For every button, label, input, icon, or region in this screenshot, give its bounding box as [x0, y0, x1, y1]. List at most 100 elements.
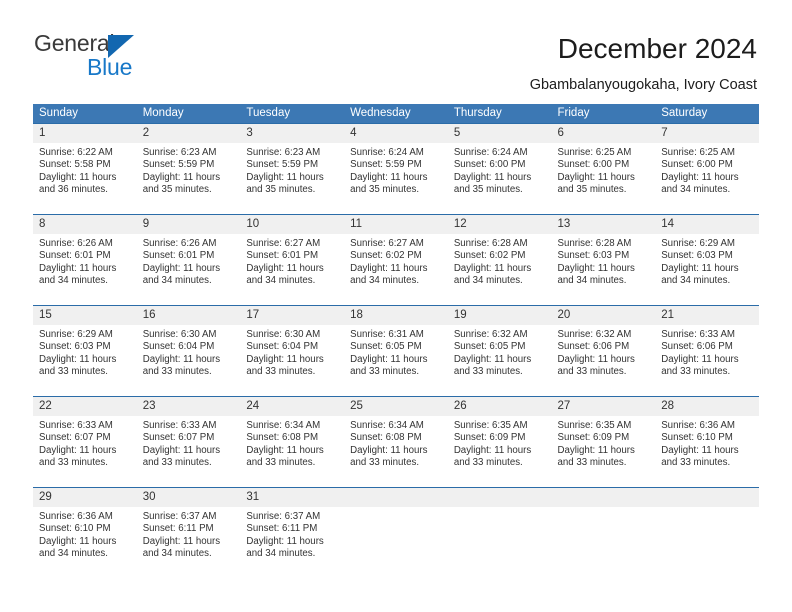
- day-cell[interactable]: Sunrise: 6:34 AM Sunset: 6:08 PM Dayligh…: [240, 416, 344, 487]
- daylight-text: Daylight: 11 hours: [39, 353, 117, 365]
- calendar-week-row: 8 9 10 11 12 13 14 Sunrise: 6:26 AM Suns…: [33, 214, 759, 305]
- week-detail-band: Sunrise: 6:36 AM Sunset: 6:10 PM Dayligh…: [33, 507, 759, 578]
- day-cell[interactable]: Sunrise: 6:32 AM Sunset: 6:05 PM Dayligh…: [448, 325, 552, 396]
- day-cell[interactable]: Sunrise: 6:35 AM Sunset: 6:09 PM Dayligh…: [552, 416, 656, 487]
- sunset-text: Sunset: 6:04 PM: [142, 341, 215, 353]
- daylight-text-cont: and 33 minutes.: [142, 457, 212, 469]
- day-number[interactable]: 27: [552, 397, 656, 416]
- day-number[interactable]: 16: [137, 306, 241, 325]
- day-cell[interactable]: Sunrise: 6:29 AM Sunset: 6:03 PM Dayligh…: [33, 325, 137, 396]
- day-cell[interactable]: Sunrise: 6:24 AM Sunset: 5:59 PM Dayligh…: [344, 143, 448, 214]
- day-number[interactable]: 24: [240, 397, 344, 416]
- day-number[interactable]: 22: [33, 397, 137, 416]
- daylight-text: Daylight: 11 hours: [39, 535, 117, 547]
- day-number[interactable]: 30: [137, 488, 241, 507]
- day-number[interactable]: 28: [655, 397, 759, 416]
- day-number[interactable]: 23: [137, 397, 241, 416]
- calendar-week-row: 29 30 31 Sunrise: 6:36 AM Sunset: 6:10 P…: [33, 487, 759, 578]
- day-number[interactable]: 11: [344, 215, 448, 234]
- sunrise-text: Sunrise: 6:25 AM: [557, 147, 632, 158]
- day-number[interactable]: 29: [33, 488, 137, 507]
- day-cell[interactable]: Sunrise: 6:33 AM Sunset: 6:06 PM Dayligh…: [655, 325, 759, 396]
- day-number[interactable]: 1: [33, 124, 137, 143]
- day-cell[interactable]: Sunrise: 6:23 AM Sunset: 5:59 PM Dayligh…: [240, 143, 344, 214]
- weekday-header-monday: Monday: [142, 107, 184, 119]
- day-number[interactable]: 6: [552, 124, 656, 143]
- daylight-text-cont: and 34 minutes.: [453, 275, 523, 287]
- sunset-text: Sunset: 6:09 PM: [557, 432, 630, 444]
- day-cell[interactable]: Sunrise: 6:26 AM Sunset: 6:01 PM Dayligh…: [137, 234, 241, 305]
- day-cell[interactable]: Sunrise: 6:23 AM Sunset: 5:59 PM Dayligh…: [137, 143, 241, 214]
- day-cell[interactable]: Sunrise: 6:31 AM Sunset: 6:05 PM Dayligh…: [344, 325, 448, 396]
- day-cell[interactable]: Sunrise: 6:34 AM Sunset: 6:08 PM Dayligh…: [344, 416, 448, 487]
- day-number[interactable]: 4: [344, 124, 448, 143]
- day-number[interactable]: 18: [344, 306, 448, 325]
- sunrise-text: Sunrise: 6:34 AM: [350, 420, 424, 431]
- day-number[interactable]: 19: [448, 306, 552, 325]
- page-subtitle: Gbambalanyougokaha, Ivory Coast: [529, 77, 757, 93]
- day-number[interactable]: 8: [33, 215, 137, 234]
- sunrise-text: Sunrise: 6:36 AM: [39, 511, 113, 522]
- daylight-text: Daylight: 11 hours: [453, 171, 532, 183]
- generalblue-logo[interactable]: General Blue: [34, 32, 234, 84]
- daylight-text: Daylight: 11 hours: [661, 444, 739, 456]
- day-cell[interactable]: Sunrise: 6:33 AM Sunset: 6:07 PM Dayligh…: [137, 416, 241, 487]
- sunset-text: Sunset: 6:07 PM: [39, 432, 111, 444]
- day-number[interactable]: 21: [655, 306, 759, 325]
- day-cell[interactable]: Sunrise: 6:36 AM Sunset: 6:10 PM Dayligh…: [33, 507, 137, 578]
- day-cell[interactable]: Sunrise: 6:37 AM Sunset: 6:11 PM Dayligh…: [137, 507, 241, 578]
- sunset-text: Sunset: 6:10 PM: [661, 432, 733, 444]
- day-number[interactable]: 31: [240, 488, 344, 507]
- daylight-text-cont: and 35 minutes.: [350, 184, 420, 196]
- day-cell[interactable]: Sunrise: 6:28 AM Sunset: 6:03 PM Dayligh…: [552, 234, 656, 305]
- day-number[interactable]: 26: [448, 397, 552, 416]
- day-number[interactable]: 17: [240, 306, 344, 325]
- day-number[interactable]: 14: [655, 215, 759, 234]
- day-number[interactable]: 20: [552, 306, 656, 325]
- day-cell[interactable]: Sunrise: 6:25 AM Sunset: 6:00 PM Dayligh…: [552, 143, 656, 214]
- day-cell[interactable]: Sunrise: 6:30 AM Sunset: 6:04 PM Dayligh…: [137, 325, 241, 396]
- sunset-text: Sunset: 6:04 PM: [246, 341, 319, 353]
- sunrise-text: Sunrise: 6:31 AM: [350, 329, 424, 340]
- day-number[interactable]: 25: [344, 397, 448, 416]
- sunrise-text: Sunrise: 6:33 AM: [39, 420, 113, 431]
- weekday-header-thursday: Thursday: [453, 107, 502, 119]
- day-cell[interactable]: Sunrise: 6:22 AM Sunset: 5:58 PM Dayligh…: [33, 143, 137, 214]
- day-number[interactable]: 5: [448, 124, 552, 143]
- sunrise-text: Sunrise: 6:26 AM: [39, 238, 113, 249]
- daylight-text: Daylight: 11 hours: [39, 444, 117, 456]
- calendar-week-row: 1 2 3 4 5 6 7 Sunrise: 6:22 AM Sunset: 5…: [33, 123, 759, 214]
- day-cell[interactable]: Sunrise: 6:27 AM Sunset: 6:02 PM Dayligh…: [344, 234, 448, 305]
- day-cell[interactable]: Sunrise: 6:37 AM Sunset: 6:11 PM Dayligh…: [240, 507, 344, 578]
- sunset-text: Sunset: 6:08 PM: [246, 432, 319, 444]
- week-detail-band: Sunrise: 6:26 AM Sunset: 6:01 PM Dayligh…: [33, 234, 759, 305]
- day-cell[interactable]: Sunrise: 6:29 AM Sunset: 6:03 PM Dayligh…: [655, 234, 759, 305]
- day-number[interactable]: 13: [552, 215, 656, 234]
- day-cell[interactable]: Sunrise: 6:30 AM Sunset: 6:04 PM Dayligh…: [240, 325, 344, 396]
- sunrise-text: Sunrise: 6:34 AM: [246, 420, 321, 431]
- day-cell[interactable]: Sunrise: 6:25 AM Sunset: 6:00 PM Dayligh…: [655, 143, 759, 214]
- day-number[interactable]: 2: [137, 124, 241, 143]
- day-cell[interactable]: Sunrise: 6:33 AM Sunset: 6:07 PM Dayligh…: [33, 416, 137, 487]
- sunrise-text: Sunrise: 6:27 AM: [246, 238, 321, 249]
- day-cell[interactable]: Sunrise: 6:27 AM Sunset: 6:01 PM Dayligh…: [240, 234, 344, 305]
- sunset-text: Sunset: 6:05 PM: [453, 341, 526, 353]
- day-number[interactable]: 9: [137, 215, 241, 234]
- day-number-empty: [655, 488, 759, 507]
- day-cell[interactable]: Sunrise: 6:28 AM Sunset: 6:02 PM Dayligh…: [448, 234, 552, 305]
- day-number[interactable]: 3: [240, 124, 344, 143]
- day-number[interactable]: 12: [448, 215, 552, 234]
- day-cell[interactable]: Sunrise: 6:32 AM Sunset: 6:06 PM Dayligh…: [552, 325, 656, 396]
- daylight-text: Daylight: 11 hours: [350, 353, 428, 365]
- day-cell[interactable]: Sunrise: 6:35 AM Sunset: 6:09 PM Dayligh…: [448, 416, 552, 487]
- day-cell[interactable]: Sunrise: 6:36 AM Sunset: 6:10 PM Dayligh…: [655, 416, 759, 487]
- sunrise-text: Sunrise: 6:30 AM: [142, 329, 217, 340]
- day-cell[interactable]: Sunrise: 6:24 AM Sunset: 6:00 PM Dayligh…: [448, 143, 552, 214]
- day-number[interactable]: 15: [33, 306, 137, 325]
- day-number[interactable]: 10: [240, 215, 344, 234]
- weekday-header-saturday: Saturday: [661, 107, 708, 119]
- calendar-grid: Sunday Monday Tuesday Wednesday Thursday…: [33, 104, 759, 578]
- sunrise-text: Sunrise: 6:33 AM: [661, 329, 735, 340]
- day-cell[interactable]: Sunrise: 6:26 AM Sunset: 6:01 PM Dayligh…: [33, 234, 137, 305]
- day-number[interactable]: 7: [655, 124, 759, 143]
